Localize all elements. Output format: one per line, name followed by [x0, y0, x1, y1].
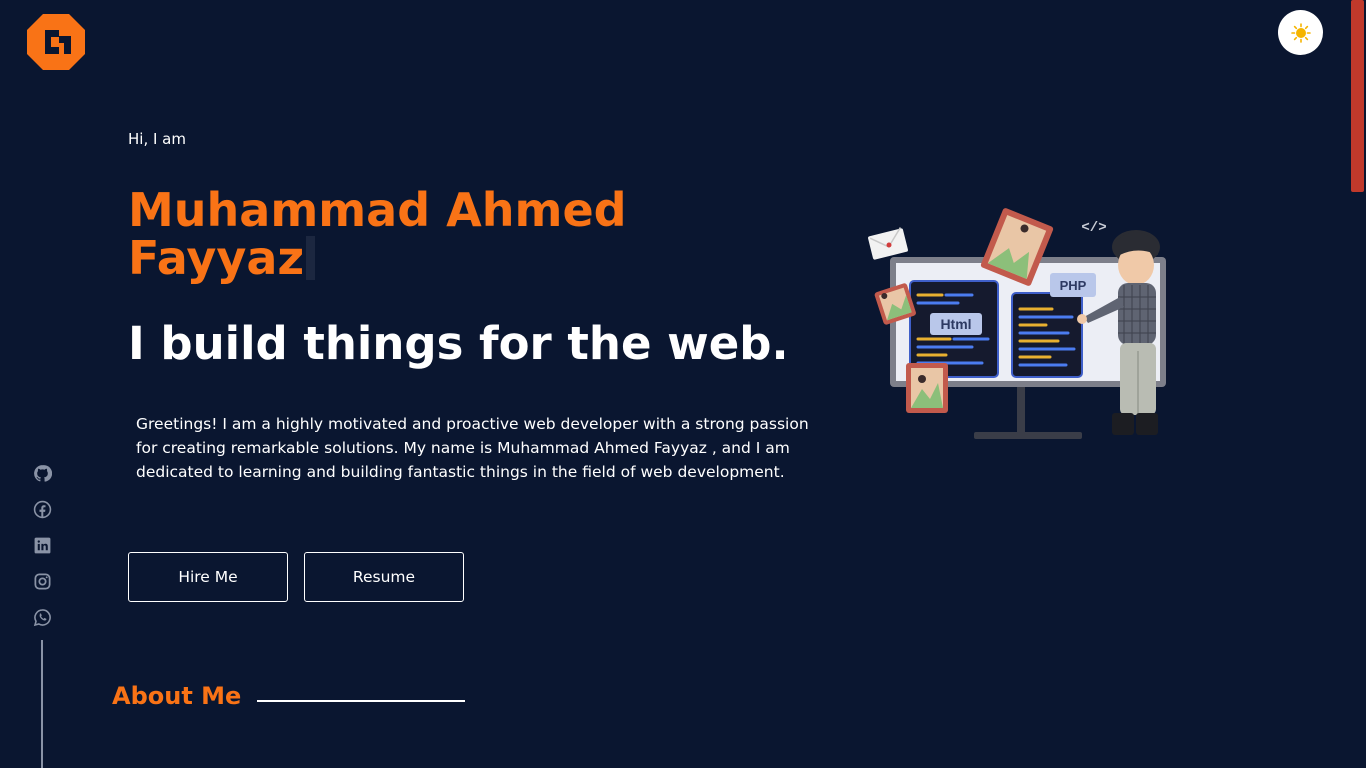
resume-button[interactable]: Resume [304, 552, 464, 602]
brand-logo-icon[interactable] [25, 12, 87, 72]
html-label: Html [940, 316, 971, 332]
linkedin-icon[interactable] [33, 536, 52, 555]
intro-paragraph: Greetings! I am a highly motivated and p… [136, 415, 809, 481]
developer-illustration: Html PHP </> [868, 208, 1166, 439]
hire-me-button[interactable]: Hire Me [128, 552, 288, 602]
php-label: PHP [1060, 278, 1087, 293]
about-section-rule [257, 700, 465, 702]
whatsapp-icon[interactable] [33, 608, 52, 627]
instagram-icon[interactable] [33, 572, 52, 591]
theme-toggle-button[interactable] [1278, 10, 1323, 55]
about-section-title: About Me [112, 682, 242, 710]
hero-tagline: I build things for the web. [128, 317, 789, 370]
sun-icon [1290, 22, 1311, 43]
github-icon[interactable] [33, 464, 52, 483]
scrollbar-thumb[interactable] [1351, 0, 1364, 192]
code-tag-label: </> [1081, 220, 1106, 236]
greeting-text: Hi, I am [128, 130, 186, 148]
facebook-icon[interactable] [33, 500, 52, 519]
social-divider-line [41, 640, 43, 768]
hero-name-text: Muhammad Ahmed Fayyaz [128, 183, 627, 285]
typing-cursor [306, 236, 316, 280]
social-links [32, 464, 52, 627]
hero-name: Muhammad Ahmed Fayyaz [128, 186, 688, 282]
